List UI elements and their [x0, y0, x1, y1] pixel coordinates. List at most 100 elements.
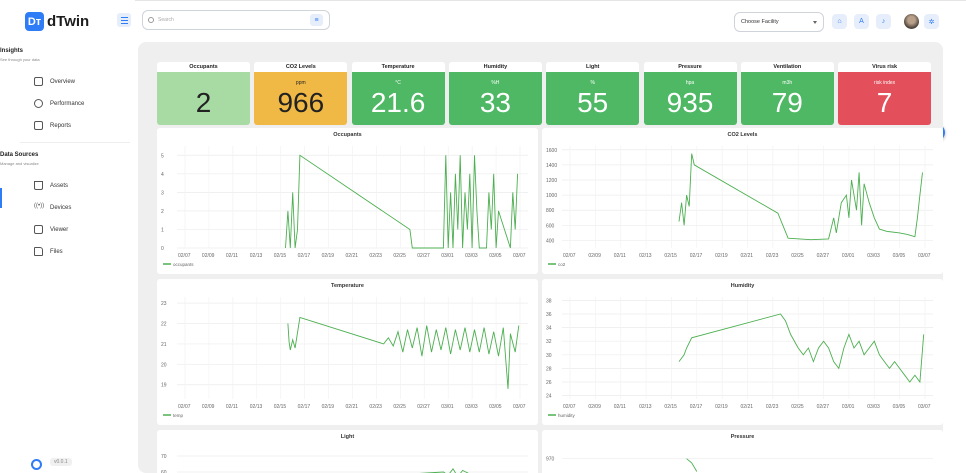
kpi-body: hpa 935 — [643, 72, 737, 125]
kpi-card[interactable]: Humidity %H 33 — [448, 62, 542, 125]
sidebar-item-reports[interactable]: Reports — [34, 121, 71, 130]
kpi-card[interactable]: Ventilation m3h 79 — [740, 62, 834, 125]
x-tick-label: 02/23 — [369, 253, 382, 259]
x-tick-label: 02/09 — [202, 404, 215, 410]
x-tick-label: 02/07 — [563, 404, 576, 410]
x-tick-label: 02/17 — [298, 253, 311, 259]
series-line — [686, 458, 698, 472]
y-tick-label: 800 — [546, 208, 555, 214]
legend-label: temp — [173, 413, 184, 418]
y-tick-label: 1000 — [546, 193, 557, 199]
x-tick-label: 02/13 — [250, 253, 263, 259]
kpi-body: 2 — [157, 72, 250, 125]
gear-icon: ✲ — [928, 18, 935, 26]
y-tick-label: 28 — [546, 366, 552, 372]
sidebar-item-label: Viewer — [50, 226, 69, 233]
x-tick-label: 03/07 — [513, 253, 526, 259]
y-tick-label: 1200 — [546, 178, 557, 184]
y-tick-label: 24 — [546, 394, 552, 400]
sidebar-item-performance[interactable]: Performance — [34, 99, 84, 108]
x-tick-label: 02/19 — [322, 253, 335, 259]
x-tick-label: 03/05 — [893, 404, 906, 410]
x-tick-label: 02/17 — [690, 253, 703, 259]
facility-select-label: Choose Facility — [741, 19, 779, 25]
sidebar-item-devices[interactable]: ((•)) Devices — [34, 203, 71, 212]
app-logo[interactable]: Dт dTwin — [25, 12, 89, 31]
x-tick-label: 02/27 — [817, 253, 830, 259]
settings-button[interactable]: ✲ — [924, 14, 939, 29]
x-tick-label: 02/11 — [226, 404, 238, 410]
kpi-card[interactable]: CO2 Levels ppm 966 — [254, 62, 348, 125]
settings-gear-icon[interactable] — [31, 459, 42, 470]
kpi-card[interactable]: Light% 55 — [546, 62, 640, 125]
kpi-value: 21.6 — [370, 87, 426, 118]
y-tick-label: 36 — [546, 312, 552, 318]
series-line — [285, 154, 519, 249]
search-input[interactable]: Search — [158, 17, 174, 23]
x-tick-label: 02/21 — [346, 404, 359, 410]
sidebar-item-viewer[interactable]: Viewer — [34, 225, 68, 234]
kpi-body: risk index 7 — [838, 72, 932, 125]
legend-label: humidity — [558, 413, 576, 418]
series-line — [419, 467, 469, 473]
x-tick-label: 02/25 — [393, 404, 406, 410]
x-tick-label: 02/13 — [639, 404, 652, 410]
kpi-value: 966 — [277, 87, 325, 118]
facility-select[interactable]: Choose Facility — [734, 12, 824, 32]
filter-icon[interactable]: ≡ — [310, 14, 323, 26]
y-tick-label: 4 — [161, 172, 164, 178]
x-tick-label: 03/03 — [867, 404, 880, 410]
x-tick-label: 02/07 — [563, 253, 576, 259]
x-tick-label: 02/07 — [178, 253, 191, 259]
kpi-value: 33 — [479, 87, 511, 118]
insights-subtitle: See through your data — [0, 57, 40, 62]
search-icon — [148, 17, 154, 23]
x-tick-label: 02/17 — [690, 404, 703, 410]
x-tick-label: 02/13 — [250, 404, 263, 410]
kpi-card[interactable]: Virus risk risk index 7 — [838, 62, 932, 125]
menu-toggle-button[interactable] — [117, 13, 131, 27]
grid-icon — [34, 77, 43, 86]
kpi-card[interactable]: Pressure hpa 935 — [643, 62, 737, 125]
report-icon — [34, 121, 43, 130]
kpi-value: 79 — [771, 87, 803, 118]
sidebar-item-overview[interactable]: Overview — [34, 77, 75, 86]
kpi-title: Virus risk — [838, 62, 932, 72]
kpi-title: Pressure — [643, 62, 737, 72]
x-tick-label: 02/27 — [417, 404, 430, 410]
sidebar-item-files[interactable]: Files — [34, 247, 63, 256]
series-line — [678, 313, 925, 384]
x-tick-label: 02/09 — [202, 253, 215, 259]
y-tick-label: 400 — [546, 238, 555, 244]
sidebar-divider — [20, 142, 130, 143]
kpi-card[interactable]: Occupants 2 — [157, 62, 250, 125]
series-line — [678, 153, 923, 241]
chart-panel: Light 60 70 — [157, 430, 538, 473]
x-tick-label: 03/01 — [441, 404, 454, 410]
kpi-title: Temperature — [351, 62, 445, 72]
search-bar[interactable]: Search ≡ — [142, 10, 330, 30]
data-sources-title: Data Sources — [0, 152, 39, 158]
x-tick-label: 02/11 — [226, 253, 238, 259]
bell-icon: ♪ — [881, 18, 886, 25]
x-tick-label: 02/07 — [178, 404, 191, 410]
home-icon: ⌂ — [837, 18, 842, 25]
gauge-icon — [34, 99, 43, 108]
x-tick-label: 02/23 — [766, 404, 779, 410]
sidebar: Dт dTwin Insights See through your data … — [0, 0, 135, 473]
home-button[interactable]: ⌂ — [832, 14, 847, 29]
notifications-button[interactable]: ♪ — [876, 14, 891, 29]
x-tick-label: 03/05 — [489, 404, 502, 410]
x-tick-label: 02/11 — [614, 253, 626, 259]
kpi-card[interactable]: Temperature °C 21.6 — [351, 62, 445, 125]
avatar[interactable] — [904, 14, 919, 29]
x-tick-label: 03/01 — [842, 404, 855, 410]
x-tick-label: 03/01 — [842, 253, 855, 259]
sidebar-item-assets[interactable]: Assets — [34, 181, 68, 190]
legend-label: occupants — [173, 262, 194, 267]
translate-button[interactable]: A — [854, 14, 869, 29]
y-tick-label: 970 — [546, 457, 555, 463]
chart-svg: 24 26 28 30 32 34 36 38 02/07 02/09 02/11 02/13 02/1… — [546, 297, 933, 418]
y-tick-label: 5 — [161, 153, 164, 159]
kpi-title: Humidity — [448, 62, 542, 72]
